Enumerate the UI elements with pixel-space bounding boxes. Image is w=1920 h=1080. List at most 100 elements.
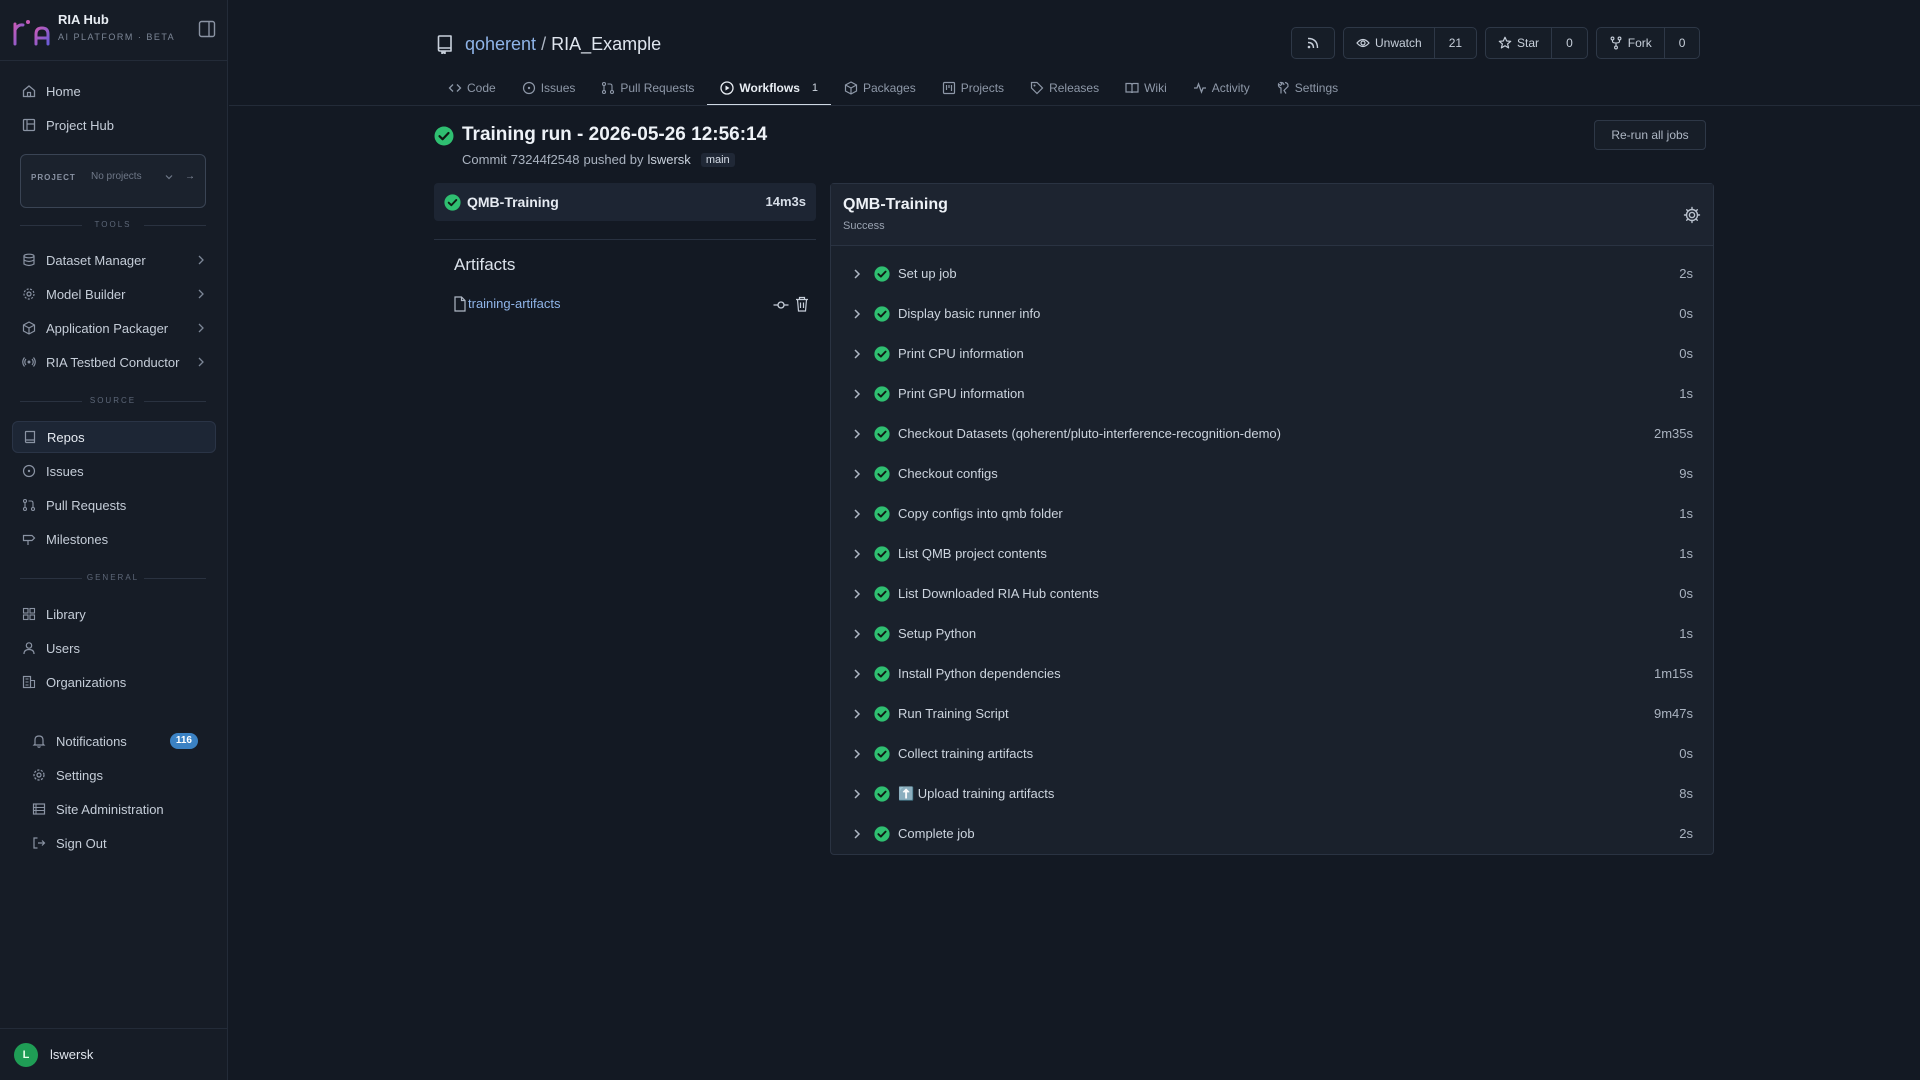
unwatch-button[interactable]: Unwatch [1344, 28, 1434, 58]
step-row[interactable]: Collect training artifacts 0s [831, 734, 1713, 774]
pulse-icon [1193, 82, 1206, 94]
fork-icon [1610, 36, 1622, 50]
sidebar-item-organizations[interactable]: Organizations [12, 666, 216, 698]
repo-tabs: Code Issues Pull Requests Workflows 1 Pa… [435, 70, 1351, 106]
step-duration: 2s [1679, 826, 1693, 841]
stars-count[interactable]: 0 [1551, 28, 1587, 58]
job-item-qmb-training[interactable]: QMB-Training 14m3s [434, 183, 816, 221]
step-row[interactable]: ⬆️ Upload training artifacts 8s [831, 774, 1713, 814]
sidebar-item-label: Issues [46, 463, 84, 479]
book-icon [1125, 82, 1139, 94]
project-selector[interactable]: PROJECT No projects → [20, 154, 206, 208]
radio-icon [22, 357, 36, 367]
job-duration: 14m3s [765, 194, 806, 209]
step-row[interactable]: List Downloaded RIA Hub contents 0s [831, 574, 1713, 614]
step-row[interactable]: Complete job 2s [831, 814, 1713, 854]
pull-request-icon [22, 498, 36, 512]
chevron-right-icon [854, 749, 861, 759]
sidebar-item-notifications[interactable]: Notifications 116 [22, 725, 216, 757]
success-check-icon [874, 586, 890, 602]
user-menu[interactable]: L lswersk [0, 1028, 228, 1080]
brand[interactable]: RIA Hub AI PLATFORM · BETA [12, 10, 216, 50]
step-row[interactable]: Run Training Script 9m47s [831, 694, 1713, 734]
commit-icon[interactable] [773, 297, 789, 313]
commit-sha-link[interactable]: 73244f2548 [511, 152, 580, 167]
package-icon [844, 81, 858, 95]
step-row[interactable]: Print CPU information 0s [831, 334, 1713, 374]
sidebar-item-dataset-manager[interactable]: Dataset Manager [12, 244, 216, 276]
star-button[interactable]: Star [1486, 28, 1551, 58]
chevron-down-icon [165, 175, 173, 180]
sidebar-item-application-packager[interactable]: Application Packager [12, 312, 216, 344]
chevron-right-icon [198, 323, 204, 333]
sidebar-item-users[interactable]: Users [12, 632, 216, 664]
tab-workflows[interactable]: Workflows 1 [707, 70, 831, 106]
trash-icon[interactable] [795, 296, 809, 312]
tab-label: Code [467, 81, 496, 95]
step-row[interactable]: Print GPU information 1s [831, 374, 1713, 414]
chevron-right-icon [198, 357, 204, 367]
gear-icon [33, 769, 45, 781]
step-row[interactable]: Checkout Datasets (qoherent/pluto-interf… [831, 414, 1713, 454]
fork-button[interactable]: Fork [1597, 28, 1664, 58]
repo-name-link[interactable]: RIA_Example [551, 34, 661, 55]
rss-feed-button[interactable] [1291, 27, 1335, 59]
tab-pull-requests[interactable]: Pull Requests [588, 70, 707, 106]
step-row[interactable]: Set up job 2s [831, 254, 1713, 294]
brand-name: RIA Hub [58, 12, 109, 27]
chevron-right-icon [854, 589, 861, 599]
sidebar-item-ria-testbed-conductor[interactable]: RIA Testbed Conductor [12, 346, 216, 378]
artifact-download-link[interactable]: training-artifacts [468, 296, 560, 311]
step-row[interactable]: Checkout configs 9s [831, 454, 1713, 494]
run-title: Training run - 2026-05-26 12:56:14 [462, 124, 768, 145]
star-label: Star [1517, 36, 1540, 50]
tab-projects[interactable]: Projects [929, 70, 1017, 106]
sidebar-item-settings[interactable]: Settings [22, 759, 216, 791]
tab-activity[interactable]: Activity [1180, 70, 1263, 106]
tab-issues[interactable]: Issues [509, 70, 589, 106]
success-check-icon [874, 266, 890, 282]
tab-settings[interactable]: Settings [1263, 70, 1351, 106]
sidebar-item-pull-requests[interactable]: Pull Requests [12, 489, 216, 521]
sidebar-item-model-builder[interactable]: Model Builder [12, 278, 216, 310]
step-name: Setup Python [898, 626, 977, 641]
repo-actions: Unwatch 21 Star 0 Fork 0 [1291, 27, 1708, 59]
step-duration: 8s [1679, 786, 1693, 801]
project-dropdown[interactable]: No projects [85, 167, 195, 187]
step-duration: 2s [1679, 266, 1693, 281]
branch-tag[interactable]: main [700, 152, 735, 167]
repo-owner-link[interactable]: qoherent [465, 34, 536, 55]
sidebar-item-repos[interactable]: Repos [12, 421, 216, 453]
sidebar-item-label: Application Packager [46, 320, 169, 336]
sidebar-item-sign-out[interactable]: Sign Out [22, 827, 216, 859]
tool-icon [1277, 81, 1289, 94]
artifact-row: training-artifacts [453, 294, 815, 316]
sidebar-item-milestones[interactable]: Milestones [12, 523, 216, 555]
tab-releases[interactable]: Releases [1017, 70, 1112, 106]
tab-packages[interactable]: Packages [831, 70, 929, 106]
step-row[interactable]: Install Python dependencies 1m15s [831, 654, 1713, 694]
fork-label: Fork [1627, 36, 1652, 50]
chevron-right-icon [854, 309, 861, 319]
gear-icon[interactable] [1683, 206, 1701, 224]
sidebar-item-project-hub[interactable]: Project Hub [12, 109, 216, 141]
step-row[interactable]: Display basic runner info 0s [831, 294, 1713, 334]
tab-wiki[interactable]: Wiki [1112, 70, 1180, 106]
forks-count[interactable]: 0 [1663, 28, 1700, 58]
step-row[interactable]: Copy configs into qmb folder 1s [831, 494, 1713, 534]
step-row[interactable]: List QMB project contents 1s [831, 534, 1713, 574]
step-row[interactable]: Setup Python 1s [831, 614, 1713, 654]
watchers-count[interactable]: 21 [1433, 28, 1476, 58]
sidebar-item-home[interactable]: Home [12, 75, 216, 107]
project-go-button[interactable]: → [185, 171, 195, 182]
rerun-all-jobs-button[interactable]: Re-run all jobs [1594, 120, 1706, 150]
sidebar-item-site-administration[interactable]: Site Administration [22, 793, 216, 825]
run-header: Training run - 2026-05-26 12:56:14 Commi… [434, 120, 1920, 173]
step-name: List QMB project contents [898, 546, 1047, 561]
sidebar-item-library[interactable]: Library [12, 598, 216, 630]
tab-code[interactable]: Code [435, 70, 509, 106]
sidebar-collapse-icon[interactable] [198, 20, 216, 38]
sidebar-item-issues[interactable]: Issues [12, 455, 216, 487]
sidebar-item-label: Project Hub [46, 117, 114, 133]
pusher-link[interactable]: lswersk [647, 152, 690, 167]
